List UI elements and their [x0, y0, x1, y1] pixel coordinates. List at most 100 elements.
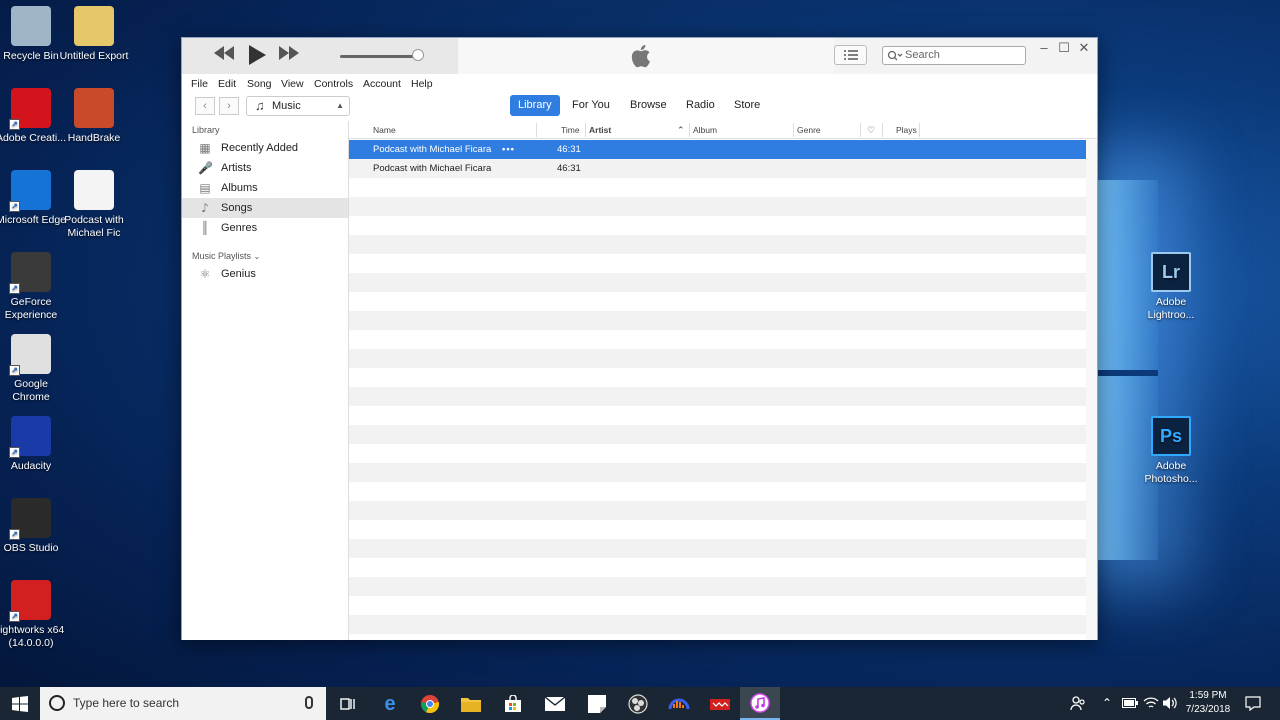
handbrake-icon	[74, 88, 114, 128]
empty-row	[349, 349, 1086, 368]
chrome-taskbar-icon[interactable]	[418, 692, 442, 716]
column-artist[interactable]: Artist	[589, 125, 611, 135]
playback-controls	[182, 38, 458, 74]
empty-row	[349, 368, 1086, 387]
column-plays[interactable]: Plays	[896, 125, 917, 135]
sticky-notes-icon[interactable]	[585, 692, 609, 716]
desktop-icon-photoshop[interactable]: Ps Adobe Photosho...	[1134, 416, 1208, 486]
obs-icon: ↗	[9, 498, 51, 540]
notifications-icon[interactable]	[1245, 696, 1261, 720]
tab-library[interactable]: Library	[510, 95, 560, 116]
song-name: Podcast with Michael Ficara	[373, 144, 492, 155]
sidebar-item-genius[interactable]: ⚛ Genius	[182, 264, 348, 284]
task-view-icon[interactable]	[336, 692, 360, 716]
file-explorer-icon[interactable]	[459, 692, 483, 716]
people-icon[interactable]	[1070, 695, 1086, 720]
column-genre[interactable]: Genre	[797, 125, 821, 135]
sidebar: Library ▦ Recently Added 🎤 Artists ▤ Albums ♪ S…	[182, 121, 349, 640]
menu-file[interactable]: File	[191, 78, 208, 90]
more-options-button[interactable]: •••	[502, 140, 515, 159]
table-row[interactable]: Podcast with Michael Ficara ••• 46:31	[349, 140, 1086, 159]
menu-help[interactable]: Help	[411, 78, 433, 90]
audacity-taskbar-icon[interactable]	[667, 692, 691, 716]
minimize-button[interactable]: –	[1034, 40, 1054, 55]
edge-taskbar-icon[interactable]: e	[378, 692, 402, 716]
desktop-icon-lightworks[interactable]: ↗ lightworks x64 (14.0.0.0)	[0, 580, 68, 650]
search-icon	[887, 50, 903, 61]
tab-browse[interactable]: Browse	[622, 95, 675, 116]
heart-icon[interactable]: ♡	[867, 125, 875, 136]
songs-list: Name Time Artist ⌃ Album Genre ♡ Plays P…	[349, 121, 1097, 640]
sidebar-item-label: Genres	[221, 222, 258, 234]
desktop-icon-obs[interactable]: ↗ OBS Studio	[0, 498, 68, 555]
store-icon[interactable]	[501, 692, 525, 716]
obs-taskbar-icon[interactable]	[626, 692, 650, 716]
tab-store[interactable]: Store	[726, 95, 768, 116]
forward-button[interactable]: ›	[219, 97, 239, 115]
apple-logo-icon	[631, 44, 651, 68]
menu-view[interactable]: View	[281, 78, 304, 90]
lightworks-icon: ↗	[9, 580, 51, 622]
taskbar-search-placeholder: Type here to search	[73, 696, 180, 710]
close-button[interactable]: ✕	[1074, 40, 1094, 56]
menu-controls[interactable]: Controls	[314, 78, 353, 90]
clock[interactable]: 1:59 PM 7/23/2018	[1180, 689, 1236, 717]
sidebar-item-recently-added[interactable]: ▦ Recently Added	[182, 138, 348, 158]
search-input[interactable]: Search	[882, 46, 1026, 65]
volume-slider[interactable]	[340, 55, 420, 58]
shortcut-arrow-icon: ↗	[9, 283, 20, 294]
volume-knob[interactable]	[412, 49, 424, 61]
music-playlists-header[interactable]: Music Playlists ⌄	[192, 251, 260, 261]
chevron-up-icon[interactable]: ⌃	[1102, 696, 1112, 720]
desktop-icon-label: OBS Studio	[3, 542, 59, 554]
empty-row	[349, 292, 1086, 311]
lightworks-taskbar-icon[interactable]	[708, 692, 732, 716]
column-name[interactable]: Name	[373, 125, 396, 135]
sidebar-item-artists[interactable]: 🎤 Artists	[182, 158, 348, 178]
scrollbar[interactable]	[1086, 140, 1097, 640]
tab-for-you[interactable]: For You	[564, 95, 618, 116]
sidebar-item-label: Recently Added	[221, 142, 299, 154]
wifi-icon[interactable]	[1143, 696, 1159, 720]
empty-row	[349, 615, 1086, 634]
shortcut-arrow-icon: ↗	[9, 529, 20, 540]
menu-edit[interactable]: Edit	[218, 78, 236, 90]
taskbar-search-input[interactable]: Type here to search	[40, 687, 326, 720]
mail-icon[interactable]	[543, 692, 567, 716]
menu-account[interactable]: Account	[363, 78, 401, 90]
column-time[interactable]: Time	[561, 125, 580, 135]
sidebar-item-genres[interactable]: ║ Genres	[182, 218, 348, 238]
desktop-icon-geforce[interactable]: ↗ GeForce Experience	[0, 252, 68, 322]
back-button[interactable]: ‹	[195, 97, 215, 115]
microphone-icon[interactable]	[305, 696, 313, 709]
rewind-icon[interactable]	[214, 46, 234, 65]
sidebar-item-albums[interactable]: ▤ Albums	[182, 178, 348, 198]
column-album[interactable]: Album	[693, 125, 717, 135]
fast-forward-icon[interactable]	[279, 46, 299, 65]
desktop-icon-label: lightworks x64 (14.0.0.0)	[0, 624, 65, 649]
song-time: 46:31	[557, 144, 581, 155]
table-row[interactable]: Podcast with Michael Ficara 46:31	[349, 159, 1086, 178]
search-placeholder: Search	[905, 49, 940, 61]
song-name: Podcast with Michael Ficara	[373, 163, 492, 174]
desktop-icon-audacity[interactable]: ↗ Audacity	[0, 416, 68, 473]
maximize-button[interactable]: ☐	[1054, 40, 1074, 56]
itunes-taskbar-icon[interactable]	[740, 687, 780, 720]
play-icon[interactable]	[248, 45, 266, 70]
sidebar-item-songs[interactable]: ♪ Songs	[182, 198, 348, 218]
start-button[interactable]	[0, 687, 40, 720]
desktop-icon-chrome[interactable]: ↗ Google Chrome	[0, 334, 68, 404]
edge-icon: ↗	[9, 170, 51, 212]
media-kind-select[interactable]: ♫ Music ▲︎	[246, 96, 350, 116]
up-next-list-button[interactable]	[834, 45, 867, 65]
desktop-icon-folder-zip[interactable]: Untitled Export	[57, 6, 131, 63]
desktop-icon-handbrake[interactable]: HandBrake	[57, 88, 131, 145]
volume-icon[interactable]	[1162, 696, 1178, 720]
battery-icon[interactable]	[1122, 698, 1138, 720]
desktop-icon-lightroom[interactable]: Lr Adobe Lightroo...	[1134, 252, 1208, 322]
empty-row	[349, 387, 1086, 406]
desktop-icon-audio-file[interactable]: Podcast with Michael Fic	[57, 170, 131, 240]
empty-row	[349, 558, 1086, 577]
tab-radio[interactable]: Radio	[678, 95, 723, 116]
menu-song[interactable]: Song	[247, 78, 272, 90]
